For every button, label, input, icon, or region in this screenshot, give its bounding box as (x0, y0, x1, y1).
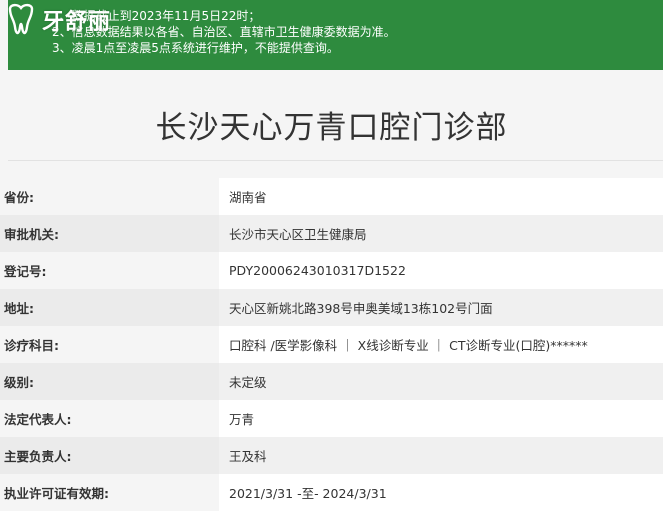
row-value: 万青 (219, 400, 663, 437)
row-label: 主要负责人: (0, 437, 219, 474)
info-row-departments: 诊疗科目: 口腔科 /医学影像科 ｜ X线诊断专业 ｜ CT诊断专业(口腔)**… (0, 326, 663, 363)
notice-line: 2、信息数据结果以各省、自治区、直辖市卫生健康委数据为准。 (52, 25, 396, 39)
row-label: 执业许可证有效期: (0, 474, 219, 511)
info-row-address: 地址: 天心区新姚北路398号申奥美域13栋102号门面 (0, 289, 663, 326)
row-label: 法定代表人: (0, 400, 219, 437)
row-value: 2021/3/31 -至- 2024/3/31 (219, 474, 663, 511)
row-value: 口腔科 /医学影像科 ｜ X线诊断专业 ｜ CT诊断专业(口腔)****** (219, 326, 663, 363)
notice-banner: 1、数据截止到2023年11月5日22时； 2、信息数据结果以各省、自治区、直辖… (8, 0, 663, 70)
row-label: 级别: (0, 363, 219, 400)
notice-line: 1、数据截止到2023年11月5日22时； (52, 9, 261, 23)
page-title: 长沙天心万青口腔门诊部 (155, 110, 508, 146)
row-label: 地址: (0, 289, 219, 326)
row-value: 天心区新姚北路398号申奥美域13栋102号门面 (219, 289, 663, 326)
title-divider (8, 160, 663, 161)
info-row-province: 省份: 湖南省 (0, 178, 663, 215)
row-label: 省份: (0, 178, 219, 215)
row-value: PDY20006243010317D1522 (219, 252, 663, 289)
row-value: 未定级 (219, 363, 663, 400)
info-row-license-validity: 执业许可证有效期: 2021/3/31 -至- 2024/3/31 (0, 474, 663, 511)
row-value: 长沙市天心区卫生健康局 (219, 215, 663, 252)
row-value: 王及科 (219, 437, 663, 474)
row-value: 湖南省 (219, 178, 663, 215)
notice-line: 3、凌晨1点至凌晨5点系统进行维护，不能提供查询。 (52, 41, 339, 55)
info-row-registration-number: 登记号: PDY20006243010317D1522 (0, 252, 663, 289)
info-table: 省份: 湖南省 审批机关: 长沙市天心区卫生健康局 登记号: PDY200062… (0, 178, 663, 511)
row-label: 诊疗科目: (0, 326, 219, 363)
row-label: 审批机关: (0, 215, 219, 252)
info-row-legal-representative: 法定代表人: 万青 (0, 400, 663, 437)
row-label: 登记号: (0, 252, 219, 289)
info-row-level: 级别: 未定级 (0, 363, 663, 400)
info-row-approval-authority: 审批机关: 长沙市天心区卫生健康局 (0, 215, 663, 252)
info-row-principal: 主要负责人: 王及科 (0, 437, 663, 474)
